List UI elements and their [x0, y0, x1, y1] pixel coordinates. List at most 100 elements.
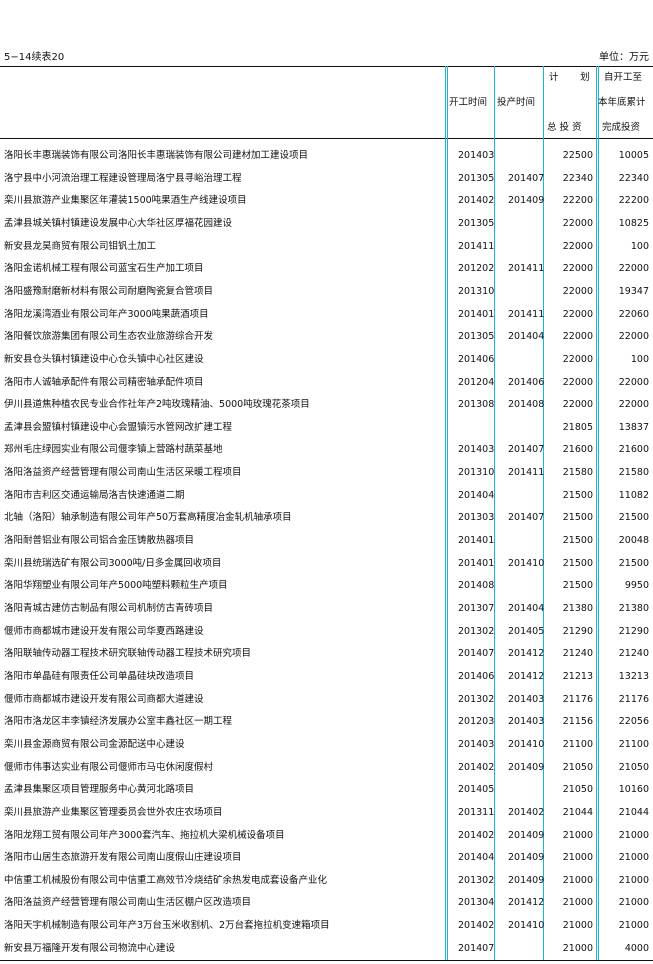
completed-investment-cell: 13837 — [618, 421, 649, 433]
start-time-cell: 201303 — [458, 512, 495, 524]
completed-investment-cell: 9950 — [624, 580, 649, 592]
total-investment-cell: 22000 — [562, 263, 593, 275]
completed-investment-cell: 22340 — [618, 172, 649, 184]
completed-investment-cell: 4000 — [624, 942, 649, 954]
table-caption-left: 5−14续表20 — [4, 52, 65, 63]
total-investment-cell: 22200 — [562, 195, 593, 207]
project-name-cell: 新安县万福隆开发有限公司物流中心建设 — [4, 942, 176, 954]
production-time-cell: 201411 — [508, 308, 545, 320]
project-name-cell: 洛阳华翔塑业有限公司年产5000吨塑料颗粒生产项目 — [4, 580, 228, 592]
production-time-cell: 201412 — [508, 670, 545, 682]
table-row: 栾川县旅游产业集聚区年灌装1500吨果酒生产线建设项目 201402 201409 2… — [0, 190, 653, 212]
production-time-cell: 201407 — [508, 444, 545, 456]
start-time-cell: 201310 — [458, 285, 495, 297]
table-row: 洛阳金诺机械工程有限公司蓝宝石生产加工项目 201202 201411 22000 22… — [0, 258, 653, 280]
table-row: 洛阳市洛龙区丰李镇经济发展办公室丰鑫社区一期工程 201203 201403 2115… — [0, 711, 653, 733]
table-row: 洛宁县中小河流治理工程建设管理局洛宁县寻峪治理工程 201305 201407 223… — [0, 168, 653, 190]
total-investment-cell: 21000 — [562, 942, 593, 954]
column-header-start-time: 开工时间 — [449, 97, 488, 108]
completed-investment-cell: 20048 — [618, 535, 649, 547]
start-time-cell: 201403 — [458, 738, 495, 750]
start-time-cell: 201411 — [458, 240, 495, 252]
production-time-cell: 201411 — [508, 467, 545, 479]
project-name-cell: 洛阳市人诚轴承配件有限公司精密轴承配件项目 — [4, 376, 204, 388]
total-investment-cell: 22000 — [562, 376, 593, 388]
completed-investment-cell: 21100 — [618, 738, 649, 750]
start-time-cell: 201406 — [458, 353, 495, 365]
project-name-cell: 中信重工机械股份有限公司中信重工高效节冷烧结矿余热发电成套设备产业化 — [4, 874, 328, 886]
start-time-cell: 201202 — [458, 263, 495, 275]
total-investment-cell: 21050 — [562, 761, 593, 773]
table-row: 洛阳龙溪湾酒业有限公司年产3000吨果蔬酒项目 201401 201411 22000… — [0, 304, 653, 326]
project-name-cell: 洛阳耐普铝业有限公司铝合金压铸散热器项目 — [4, 535, 195, 547]
table-row: 孟津县集聚区项目管理服务中心黄河北路项目 201405 21050 10160 — [0, 779, 653, 801]
completed-investment-cell: 22056 — [618, 716, 649, 728]
total-investment-cell: 22340 — [562, 172, 593, 184]
completed-investment-cell: 22000 — [618, 399, 649, 411]
production-time-cell: 201403 — [508, 693, 545, 705]
project-name-cell: 新安县龙昊商贸有限公司钼钒土加工 — [4, 240, 157, 252]
production-time-cell: 201409 — [508, 195, 545, 207]
table-row: 栾川县金源商贸有限公司金源配送中心建设 201403 201410 21100 2110… — [0, 734, 653, 756]
table-row: 洛阳洛益资产经营管理有限公司南山生活区棚户区改造项目 201304 201412 21… — [0, 892, 653, 914]
project-name-cell: 洛阳盛豫耐磨新材料有限公司耐磨陶瓷复合管项目 — [4, 285, 214, 297]
completed-investment-cell: 13213 — [618, 670, 649, 682]
start-time-cell: 201203 — [458, 716, 495, 728]
production-time-cell: 201404 — [508, 603, 545, 614]
total-investment-cell: 21044 — [562, 806, 593, 818]
total-investment-cell: 21156 — [562, 716, 593, 728]
total-investment-cell: 21500 — [562, 580, 593, 592]
total-investment-cell: 21600 — [562, 444, 593, 456]
total-investment-cell: 22500 — [562, 150, 593, 161]
column-header-cumulative-line1: 自开工至 — [604, 72, 643, 83]
table-row: 洛阳华翔塑业有限公司年产5000吨塑料颗粒生产项目 201408 21500 9950 — [0, 575, 653, 597]
completed-investment-cell: 21000 — [618, 920, 649, 932]
total-investment-cell: 22000 — [562, 240, 593, 252]
project-name-cell: 洛阳洛益资产经营管理有限公司南山生活区采暖工程项目 — [4, 467, 242, 479]
start-time-cell: 201407 — [458, 942, 495, 954]
start-time-cell: 201204 — [458, 376, 495, 388]
production-time-cell: 201409 — [508, 761, 545, 773]
table-row: 偃师市伟事达实业有限公司偃师市马屯休闲度假村 201402 201409 21050 2… — [0, 757, 653, 779]
total-investment-cell: 21380 — [562, 603, 593, 614]
production-time-cell: 201407 — [508, 172, 545, 184]
table-row: 洛阳长丰惠瑞装饰有限公司洛阳长丰惠瑞装饰有限公司建材加工建设项目 201403 22… — [0, 145, 653, 167]
total-investment-cell: 22000 — [562, 308, 593, 320]
production-time-cell: 201409 — [508, 874, 545, 886]
completed-investment-cell: 21050 — [618, 761, 649, 773]
total-investment-cell: 21805 — [562, 421, 593, 433]
table-row: 栾川县统瑞选矿有限公司3000吨/日多金属回收项目 201401 201410 215… — [0, 553, 653, 575]
start-time-cell: 201305 — [458, 217, 495, 229]
project-name-cell: 洛阳联轴传动器工程技术研究联轴传动器工程技术研究项目 — [4, 648, 252, 660]
project-name-cell: 洛阳市单晶硅有限责任公司单晶硅块改造项目 — [4, 670, 195, 682]
completed-investment-cell: 11082 — [618, 489, 649, 501]
start-time-cell: 201401 — [458, 535, 495, 547]
project-name-cell: 洛阳洛益资产经营管理有限公司南山生活区棚户区改造项目 — [4, 897, 252, 909]
start-time-cell: 201302 — [458, 625, 495, 637]
project-name-cell: 洛宁县中小河流治理工程建设管理局洛宁县寻峪治理工程 — [4, 172, 242, 184]
table-row: 新安县龙昊商贸有限公司钼钒土加工 201411 22000 100 — [0, 236, 653, 258]
project-name-cell: 洛阳市吉利区交通运输局洛吉快速通道二期 — [4, 489, 185, 501]
start-time-cell: 201302 — [458, 693, 495, 705]
completed-investment-cell: 21500 — [618, 557, 649, 569]
completed-investment-cell: 22200 — [618, 195, 649, 207]
total-investment-cell: 21176 — [562, 693, 593, 705]
total-investment-cell: 21000 — [562, 897, 593, 909]
start-time-cell: 201402 — [458, 829, 495, 841]
total-investment-cell: 21213 — [562, 670, 593, 682]
project-name-cell: 洛阳市山居生态旅游开发有限公司南山度假山庄建设项目 — [4, 852, 242, 864]
start-time-cell: 201403 — [458, 150, 495, 161]
completed-investment-cell: 10005 — [618, 150, 649, 161]
project-name-cell: 孟津县会盟镇村镇建设中心会盟镇污水管网改扩建工程 — [4, 421, 233, 433]
project-name-cell: 洛阳天宇机械制造有限公司年产3万台玉米收割机、2万台套拖拉机变速箱项目 — [4, 920, 330, 932]
table-row: 洛阳盛豫耐磨新材料有限公司耐磨陶瓷复合管项目 201310 22000 19347 — [0, 281, 653, 303]
table-row: 孟津县会盟镇村镇建设中心会盟镇污水管网改扩建工程 21805 13837 — [0, 417, 653, 439]
completed-investment-cell: 22060 — [618, 308, 649, 320]
start-time-cell: 201407 — [458, 648, 495, 660]
table-row: 偃师市商都城市建设开发有限公司华夏西路建设 201302 201405 21290 21… — [0, 621, 653, 643]
production-time-cell: 201412 — [508, 897, 545, 909]
table-row: 洛阳天宇机械制造有限公司年产3万台玉米收割机、2万台套拖拉机变速箱项目 20140… — [0, 915, 653, 937]
table-row: 洛阳市人诚轴承配件有限公司精密轴承配件项目 201204 201406 22000 22… — [0, 372, 653, 394]
project-name-cell: 郑州毛庄绿园实业有限公司偃李镇上营路村蔬菜基地 — [4, 444, 223, 456]
completed-investment-cell: 21600 — [618, 444, 649, 456]
